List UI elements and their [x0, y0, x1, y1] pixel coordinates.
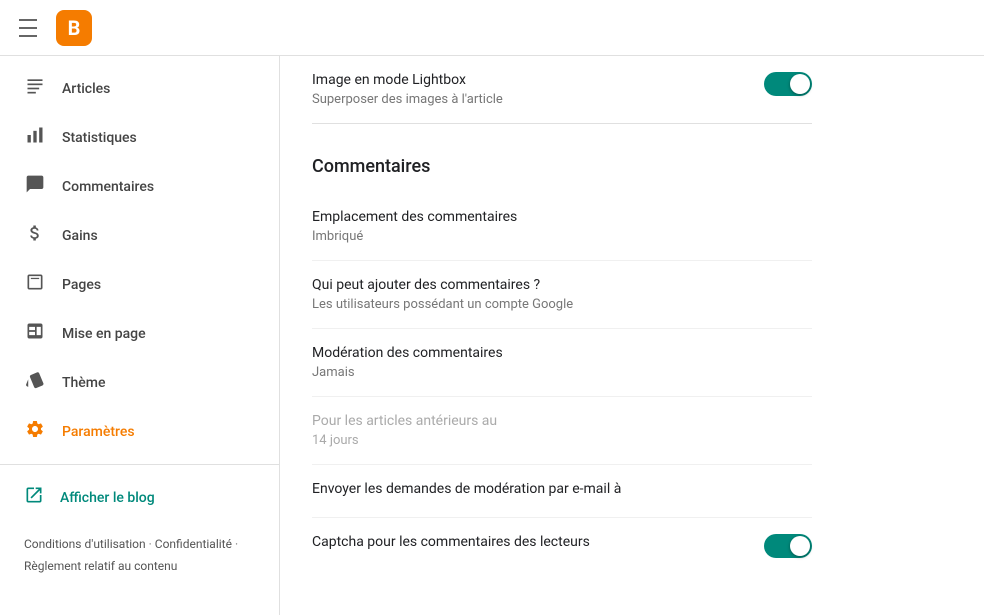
articles-anterieurs-value: 14 jours — [312, 433, 812, 448]
sidebar-item-theme-label: Thème — [62, 375, 106, 391]
parametres-icon — [24, 419, 46, 444]
lightbox-toggle[interactable] — [764, 72, 812, 96]
sidebar-item-parametres-label: Paramètres — [62, 424, 135, 440]
captcha-toggle-track[interactable] — [764, 534, 812, 558]
sidebar-item-pages-label: Pages — [62, 277, 101, 293]
terms-link[interactable]: Conditions d'utilisation — [24, 537, 146, 551]
sidebar-divider — [0, 464, 279, 465]
commentaires-icon — [24, 174, 46, 199]
emplacement-value: Imbriqué — [312, 229, 812, 244]
setting-row-qui-peut[interactable]: Qui peut ajouter des commentaires ? Les … — [312, 261, 812, 329]
blogger-logo: B — [56, 10, 92, 46]
statistiques-icon — [24, 125, 46, 150]
sidebar-item-commentaires[interactable]: Commentaires — [0, 162, 271, 211]
lightbox-subtitle: Superposer des images à l'article — [312, 92, 748, 107]
setting-row-emplacement[interactable]: Emplacement des commentaires Imbriqué — [312, 193, 812, 261]
gains-icon — [24, 223, 46, 248]
menu-button[interactable] — [16, 16, 40, 40]
setting-row-captcha: Captcha pour les commentaires des lecteu… — [312, 518, 812, 574]
moderation-info: Modération des commentaires Jamais — [312, 345, 812, 380]
moderation-title: Modération des commentaires — [312, 345, 812, 361]
captcha-title: Captcha pour les commentaires des lecteu… — [312, 534, 748, 550]
captcha-toggle[interactable] — [764, 534, 812, 558]
sidebar-item-gains[interactable]: Gains — [0, 211, 271, 260]
theme-icon — [24, 370, 46, 395]
setting-row-envoyer-demandes[interactable]: Envoyer les demandes de modération par e… — [312, 465, 812, 518]
envoyer-demandes-title: Envoyer les demandes de modération par e… — [312, 481, 812, 497]
privacy-link[interactable]: Confidentialité — [155, 537, 232, 551]
sidebar-item-pages[interactable]: Pages — [0, 260, 271, 309]
view-blog-button[interactable]: Afficher le blog — [0, 473, 279, 522]
sidebar-item-commentaires-label: Commentaires — [62, 179, 154, 195]
sidebar-item-articles-label: Articles — [62, 81, 110, 97]
articles-icon — [24, 76, 46, 101]
layout: Articles Statistiques Commentaires Gains — [0, 56, 984, 615]
mise-en-page-icon — [24, 321, 46, 346]
view-blog-label: Afficher le blog — [60, 490, 155, 506]
sidebar-item-mise-en-page[interactable]: Mise en page — [0, 309, 271, 358]
topbar: B — [0, 0, 984, 56]
lightbox-row: Image en mode Lightbox Superposer des im… — [312, 56, 812, 124]
view-blog-icon — [24, 485, 44, 510]
lightbox-info: Image en mode Lightbox Superposer des im… — [312, 72, 748, 107]
setting-row-articles-anterieurs: Pour les articles antérieurs au 14 jours — [312, 397, 812, 465]
envoyer-demandes-info: Envoyer les demandes de modération par e… — [312, 481, 812, 501]
articles-anterieurs-title: Pour les articles antérieurs au — [312, 413, 812, 429]
main-content: Image en mode Lightbox Superposer des im… — [280, 56, 984, 615]
lightbox-toggle-track[interactable] — [764, 72, 812, 96]
setting-row-moderation[interactable]: Modération des commentaires Jamais — [312, 329, 812, 397]
emplacement-title: Emplacement des commentaires — [312, 209, 812, 225]
comments-heading: Commentaires — [312, 132, 812, 193]
qui-peut-title: Qui peut ajouter des commentaires ? — [312, 277, 812, 293]
moderation-value: Jamais — [312, 365, 812, 380]
qui-peut-value: Les utilisateurs possédant un compte Goo… — [312, 297, 812, 312]
settings-section: Image en mode Lightbox Superposer des im… — [312, 56, 812, 574]
footer-separator-2: · — [235, 537, 238, 551]
content-link[interactable]: Règlement relatif au contenu — [24, 559, 177, 573]
articles-anterieurs-info: Pour les articles antérieurs au 14 jours — [312, 413, 812, 448]
qui-peut-info: Qui peut ajouter des commentaires ? Les … — [312, 277, 812, 312]
sidebar-item-theme[interactable]: Thème — [0, 358, 271, 407]
emplacement-info: Emplacement des commentaires Imbriqué — [312, 209, 812, 244]
captcha-info: Captcha pour les commentaires des lecteu… — [312, 534, 748, 554]
sidebar-item-statistiques-label: Statistiques — [62, 130, 137, 146]
sidebar-item-articles[interactable]: Articles — [0, 64, 271, 113]
sidebar-item-mise-en-page-label: Mise en page — [62, 326, 146, 342]
sidebar: Articles Statistiques Commentaires Gains — [0, 56, 280, 615]
sidebar-item-gains-label: Gains — [62, 228, 98, 244]
lightbox-title: Image en mode Lightbox — [312, 72, 748, 88]
pages-icon — [24, 272, 46, 297]
lightbox-toggle-thumb — [790, 74, 810, 94]
sidebar-item-statistiques[interactable]: Statistiques — [0, 113, 271, 162]
sidebar-item-parametres[interactable]: Paramètres — [0, 407, 271, 456]
captcha-toggle-thumb — [790, 536, 810, 556]
sidebar-footer: Conditions d'utilisation · Confidentiali… — [0, 522, 279, 589]
